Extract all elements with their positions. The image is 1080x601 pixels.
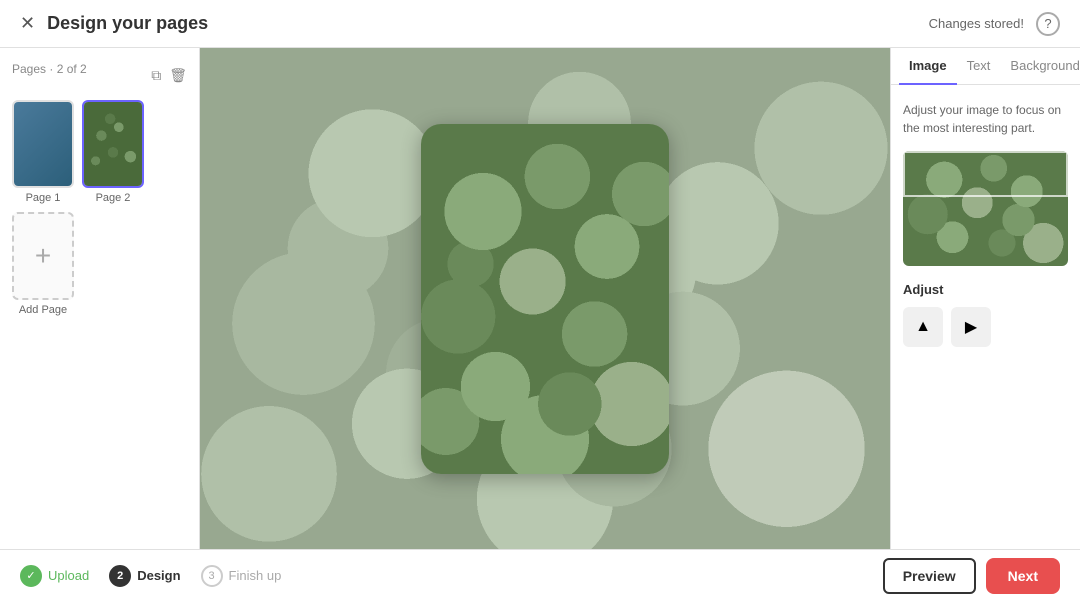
page-1-wrap: Page 1	[12, 100, 74, 204]
page-1-label: Page 1	[26, 192, 61, 204]
header-right: Changes stored! ?	[929, 12, 1060, 36]
add-page-wrap: + Add Page	[12, 212, 74, 316]
page-2-bg	[84, 102, 142, 186]
step-design-label: Design	[137, 568, 180, 583]
right-panel-content: Adjust your image to focus on the most i…	[891, 85, 1080, 549]
step-design: 2 Design	[109, 565, 180, 587]
copy-page-icon[interactable]: ⧉	[151, 67, 161, 84]
tab-background[interactable]: Background	[1000, 48, 1080, 85]
add-page-button[interactable]: +	[12, 212, 74, 300]
tab-text[interactable]: Text	[957, 48, 1001, 85]
page-1-bg	[14, 102, 72, 186]
page-actions: ⧉ 🗑	[151, 67, 187, 84]
bottom-right-buttons: Preview Next	[883, 558, 1060, 594]
adjust-up-button[interactable]: ▲	[903, 307, 943, 347]
delete-page-icon[interactable]: 🗑	[169, 67, 187, 84]
page-2-thumbnail[interactable]	[82, 100, 144, 188]
adjust-right-button[interactable]: ▶	[951, 307, 991, 347]
adjust-buttons: ▲ ▶	[903, 307, 1068, 347]
tab-image[interactable]: Image	[899, 48, 957, 85]
page-1-thumbnail[interactable]	[12, 100, 74, 188]
page-thumbnails: Page 1 Page 2 + Add Page	[12, 100, 187, 316]
canvas-image	[421, 124, 669, 474]
adjust-description: Adjust your image to focus on the most i…	[903, 101, 1068, 137]
main-layout: Pages · 2 of 2 ⧉ 🗑 Page 1 Page 2	[0, 48, 1080, 549]
page-canvas[interactable]	[421, 124, 669, 474]
add-page-icon: +	[35, 242, 51, 270]
step-finish-circle: 3	[201, 565, 223, 587]
right-panel-tabs: Image Text Background	[891, 48, 1080, 85]
adjust-section-label: Adjust	[903, 282, 1068, 297]
step-design-circle: 2	[109, 565, 131, 587]
page-title: Design your pages	[47, 13, 208, 34]
step-upload: ✓ Upload	[20, 565, 89, 587]
step-upload-circle: ✓	[20, 565, 42, 587]
changes-stored-text: Changes stored!	[929, 16, 1024, 31]
steps-row: ✓ Upload 2 Design 3 Finish up	[20, 565, 281, 587]
help-icon[interactable]: ?	[1036, 12, 1060, 36]
right-panel: Image Text Background Adjust your image …	[890, 48, 1080, 549]
pages-label: Pages · 2 of 2	[12, 62, 87, 76]
app-header: ✕ Design your pages Changes stored! ?	[0, 0, 1080, 48]
preview-highlight	[903, 151, 1068, 197]
page-2-label: Page 2	[96, 192, 131, 204]
step-upload-label: Upload	[48, 568, 89, 583]
bottom-bar: ✓ Upload 2 Design 3 Finish up Preview Ne…	[0, 549, 1080, 601]
image-preview-box	[903, 151, 1068, 266]
left-sidebar: Pages · 2 of 2 ⧉ 🗑 Page 1 Page 2	[0, 48, 200, 549]
canvas-area	[200, 48, 890, 549]
add-page-label: Add Page	[19, 304, 67, 316]
page-2-wrap: Page 2	[82, 100, 144, 204]
step-finish: 3 Finish up	[201, 565, 282, 587]
preview-button[interactable]: Preview	[883, 558, 976, 594]
pages-header-row: Pages · 2 of 2 ⧉ 🗑	[12, 62, 187, 88]
step-finish-label: Finish up	[229, 568, 282, 583]
close-icon[interactable]: ✕	[20, 13, 35, 34]
next-button[interactable]: Next	[986, 558, 1060, 594]
header-left: ✕ Design your pages	[20, 13, 208, 34]
